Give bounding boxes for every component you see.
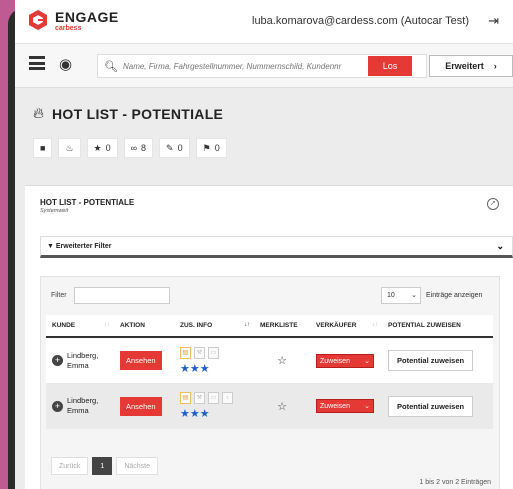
dashboard-icon[interactable]: ◉: [59, 55, 72, 73]
table-row: + Lindberg, Emma Ansehen ▤ ⚒ ▭ ★★★ ☆ Zuwe…: [46, 337, 493, 383]
page-length-value: 10: [387, 292, 395, 299]
expand-icon[interactable]: +: [52, 355, 63, 366]
search-icon: 🔍︎: [104, 60, 118, 73]
advanced-search-button[interactable]: Erweitert ›: [429, 55, 513, 77]
stat-link[interactable]: ∞ 8: [123, 138, 154, 158]
camera-icon: ■: [40, 143, 46, 153]
next-page-button[interactable]: Nächste: [116, 457, 158, 475]
rating-stars: ★★★: [180, 408, 210, 420]
col-potential: POTENTIAL ZUWEISEN: [382, 315, 493, 338]
stat-flag[interactable]: ⚑ 0: [195, 138, 227, 158]
sort-icon: ↓↑: [372, 322, 378, 328]
engage-logo: [29, 10, 47, 30]
bookmark-star-icon[interactable]: ☆: [260, 354, 304, 367]
sort-icon: ↓↑: [244, 322, 250, 328]
col-verkaeufer[interactable]: VERKÄUFER ↓↑: [310, 315, 382, 338]
brand-name: ENGAGE: [55, 9, 119, 25]
car-icon: ▭: [208, 392, 219, 404]
prev-page-button[interactable]: Zurück: [51, 457, 89, 475]
chevron-down-icon: ⌄: [496, 241, 504, 251]
sort-icon: ↓↑: [104, 322, 110, 328]
flame-icon: 🔥︎: [33, 105, 45, 122]
logout-icon[interactable]: ⇥: [488, 13, 499, 29]
flame-icon: ♨: [65, 142, 74, 153]
hotlist-panel: HOT LIST - POTENTIALE Systemweit ➚ ▼ Erw…: [25, 185, 513, 489]
assign-potential-button[interactable]: Potential zuweisen: [388, 350, 474, 371]
view-button[interactable]: Ansehen: [120, 396, 162, 416]
document-icon[interactable]: ▤: [180, 346, 191, 359]
assign-potential-button[interactable]: Potential zuweisen: [388, 395, 474, 417]
chevron-right-icon: ›: [493, 61, 497, 71]
rating-stars: ★★★: [180, 362, 210, 375]
search-bar: ◉ 🔍︎ Los Erweitert ›: [15, 44, 513, 88]
document-icon[interactable]: ▤: [180, 392, 191, 404]
page-title: HOT LIST - POTENTIALE: [52, 105, 224, 122]
page-1-button[interactable]: 1: [92, 457, 113, 475]
table-container: Filter 10 ⌄ Einträge anzeigen KUNDE ↓↑ AK…: [40, 276, 500, 489]
top-bar: ENGAGE carbess luba.komarova@cardess.com…: [15, 0, 513, 44]
stat-value: 0: [105, 143, 111, 153]
panel-title: HOT LIST - POTENTIALE: [40, 198, 135, 207]
stat-flame[interactable]: ♨: [58, 138, 81, 158]
filter-input[interactable]: [74, 287, 170, 304]
star-icon: ★: [93, 142, 102, 153]
wrench-icon: ⚒: [194, 346, 205, 359]
brand-sub: carbess: [55, 25, 82, 32]
wrench-icon: ⚒: [194, 392, 205, 404]
pagination: Zurück 1 Nächste: [51, 457, 158, 475]
compass-icon[interactable]: ➚: [487, 198, 499, 210]
page-length-select[interactable]: 10 ⌄: [381, 287, 421, 304]
stat-star[interactable]: ★ 0: [86, 138, 118, 158]
stat-value: 0: [177, 143, 183, 153]
app-screen: ENGAGE carbess luba.komarova@cardess.com…: [15, 0, 513, 489]
chevron-down-icon: ⌄: [364, 403, 370, 410]
advanced-search-label: Erweitert: [445, 61, 484, 71]
bookmark-star-icon[interactable]: ☆: [260, 400, 304, 413]
chevron-down-icon: ⌄: [411, 292, 417, 299]
stats-bar: ■ ♨ ★ 0 ∞ 8 ✎ 0 ⚑ 0: [33, 138, 227, 158]
chevron-down-icon: ⌄: [364, 357, 370, 365]
assign-seller-select[interactable]: Zuweisen ⌄: [316, 399, 374, 413]
panel-subtitle: Systemweit: [40, 208, 69, 214]
page-header: 🔥︎ HOT LIST - POTENTIALE: [33, 105, 223, 122]
stat-edit[interactable]: ✎ 0: [159, 138, 190, 158]
col-zus-info[interactable]: ZUS. INFO ↓↑: [174, 315, 254, 338]
flag-icon: ⚑: [202, 142, 211, 153]
filter-label: Filter: [51, 292, 67, 299]
stat-camera[interactable]: ■: [33, 138, 53, 158]
advanced-filter-label: ▼ Erweiterter Filter: [47, 243, 112, 250]
advanced-filter-toggle[interactable]: ▼ Erweiterter Filter ⌄: [40, 236, 513, 258]
customer-name: Lindberg, Emma: [67, 350, 99, 370]
car-icon: ▭: [208, 346, 219, 359]
link-icon: ∞: [130, 143, 138, 153]
customer-name: Lindberg, Emma: [67, 396, 99, 415]
user-account[interactable]: luba.komarova@cardess.com (Autocar Test): [252, 15, 469, 27]
stat-value: 0: [214, 143, 220, 153]
entries-info: 1 bis 2 von 2 Einträgen: [419, 479, 491, 486]
col-aktion: AKTION: [114, 315, 174, 338]
col-merkliste: MERKLISTE: [254, 315, 310, 338]
expand-icon[interactable]: +: [52, 400, 63, 412]
chevron-left-icon: ‹: [222, 392, 233, 404]
stat-value: 8: [141, 143, 147, 153]
table-row: + Lindberg, Emma Ansehen ▤ ⚒ ▭ ‹ ★★★ ☆ Z…: [46, 383, 493, 429]
assign-seller-select[interactable]: Zuweisen ⌄: [316, 353, 374, 368]
view-button[interactable]: Ansehen: [120, 351, 162, 370]
hamburger-menu-icon[interactable]: [29, 56, 45, 70]
edit-icon: ✎: [166, 142, 174, 153]
hotlist-table: KUNDE ↓↑ AKTION ZUS. INFO ↓↑ MERKLISTE VER…: [46, 315, 493, 429]
col-kunde[interactable]: KUNDE ↓↑: [46, 315, 114, 338]
page-length-label: Einträge anzeigen: [426, 292, 483, 299]
search-submit-button[interactable]: Los: [368, 56, 412, 76]
